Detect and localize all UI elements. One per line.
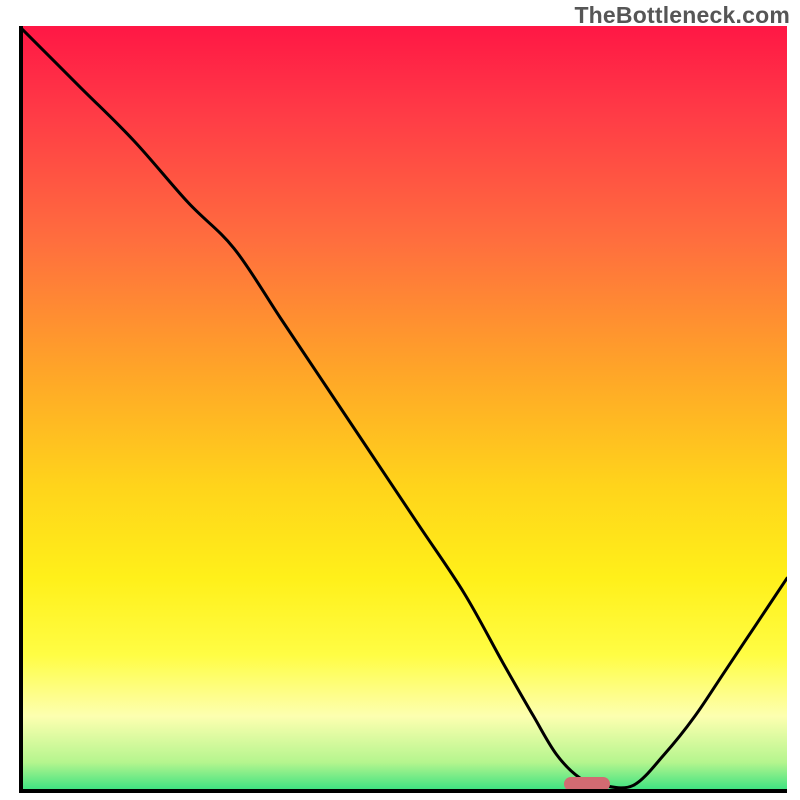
attribution-label: TheBottleneck.com bbox=[574, 2, 790, 29]
curve-path bbox=[19, 26, 787, 788]
bottleneck-curve bbox=[19, 26, 787, 793]
plot-area bbox=[19, 26, 787, 793]
chart-container: TheBottleneck.com bbox=[0, 0, 800, 800]
optimal-marker bbox=[564, 777, 610, 791]
